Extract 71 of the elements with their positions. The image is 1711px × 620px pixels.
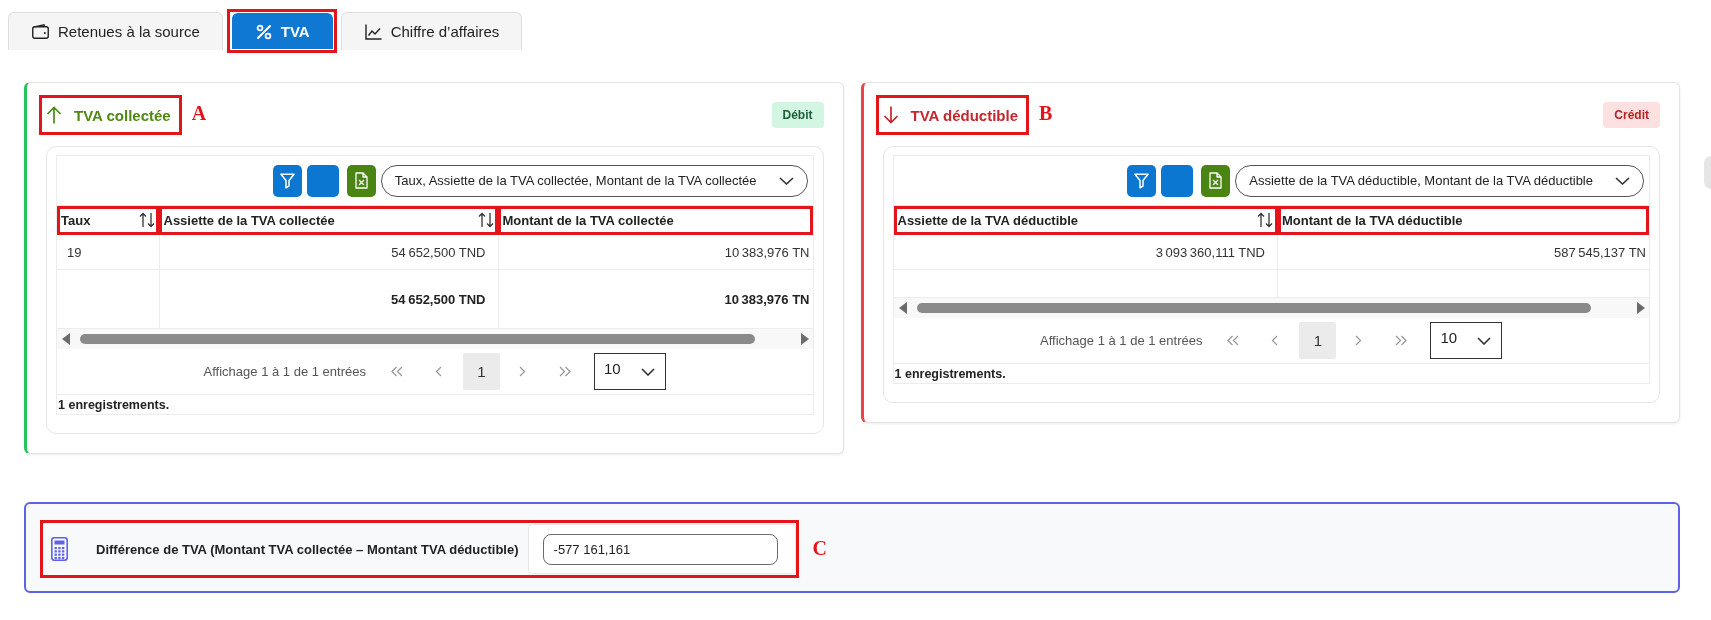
next-page-icon[interactable] (1355, 335, 1363, 346)
table-cell: 10 383,976 TN (498, 234, 813, 270)
column-header[interactable]: Assiette de la TVA déductible (893, 205, 1278, 235)
annotation-letter: A (191, 101, 207, 125)
chevron-down-icon (640, 367, 655, 376)
pagination-summary: Affichage 1 à 1 de 1 entrées (1040, 333, 1203, 348)
record-count: 1 enregistrements. (58, 397, 170, 412)
last-page-icon[interactable] (558, 366, 571, 377)
column-header: Montant de la TVA collectée (498, 205, 813, 235)
table-cell: 3 093 360,111 TND (893, 234, 1278, 270)
spreadsheet-file-icon (1209, 172, 1223, 189)
scroll-left-icon[interactable] (898, 302, 907, 314)
excel-export-button[interactable] (346, 164, 376, 197)
toolbar-button[interactable] (306, 164, 339, 197)
total-cell: 54 652,500 TND (159, 269, 498, 329)
scroll-right-icon[interactable] (800, 333, 809, 345)
scrollbar-thumb[interactable] (80, 334, 755, 344)
panel-title: TVA collectée (74, 106, 171, 124)
first-page-icon[interactable] (1227, 335, 1240, 346)
panel-title: TVA déductible (910, 106, 1018, 124)
page-button[interactable]: 1 (462, 353, 500, 390)
horizontal-scrollbar[interactable] (57, 329, 813, 349)
scrollbar-thumb[interactable] (916, 303, 1591, 313)
excel-export-button[interactable] (1201, 164, 1231, 197)
percent-icon (255, 23, 272, 40)
total-cell: 10 383,976 TN (498, 269, 813, 329)
pagination-summary: Affichage 1 à 1 de 1 entrées (203, 364, 366, 379)
page-size-select[interactable]: 10 (1430, 322, 1503, 359)
first-page-icon[interactable] (390, 366, 403, 377)
page-button[interactable]: 1 (1299, 322, 1337, 359)
page-size-select[interactable]: 10 (593, 353, 666, 390)
tab[interactable]: TVA (231, 13, 333, 49)
chevron-down-icon (778, 176, 794, 185)
previous-page-icon[interactable] (434, 366, 442, 377)
previous-page-icon[interactable] (1271, 335, 1279, 346)
column-header[interactable]: Assiette de la TVA collectée (159, 205, 498, 235)
filter-icon (1134, 172, 1150, 189)
table-cell: 19 (57, 234, 159, 270)
status-badge: Crédit (1603, 102, 1660, 128)
tab[interactable]: Chiffre d’affaires (340, 12, 523, 50)
horizontal-scrollbar[interactable] (893, 298, 1649, 318)
scroll-left-icon[interactable] (62, 333, 70, 345)
arrow-up-icon (46, 106, 62, 124)
table-cell: 54 652,500 TND (159, 234, 498, 270)
record-count: 1 enregistrements. (894, 366, 1006, 381)
calculator-icon (51, 537, 68, 561)
column-header[interactable]: Taux (57, 205, 159, 235)
toolbar-button[interactable] (1161, 164, 1194, 197)
table-cell: 587 545,137 TN (1277, 234, 1649, 270)
filter-icon (279, 172, 295, 189)
spreadsheet-file-icon (354, 172, 368, 189)
wallet-icon (32, 24, 49, 39)
annotation-letter: C (812, 536, 827, 560)
status-badge: Débit (771, 102, 824, 128)
annotation-letter: B (1039, 101, 1053, 125)
next-page-icon[interactable] (518, 366, 526, 377)
scroll-right-icon[interactable] (1637, 302, 1645, 314)
tab[interactable]: Retenues à la source (8, 12, 223, 50)
arrow-down-icon (882, 106, 899, 124)
difference-label: Différence de TVA (Montant TVA collectée – Montant TVA déductible) (96, 541, 519, 557)
last-page-icon[interactable] (1395, 335, 1408, 346)
line-chart-icon (364, 23, 382, 40)
column-picker[interactable]: Taux, Assiette de la TVA collectée, Montant de la TVA collectée (380, 164, 808, 197)
chevron-down-icon (1477, 336, 1492, 345)
column-picker[interactable]: Assiette de la TVA déductible, Montant de la TVA déductible (1235, 164, 1644, 197)
chevron-down-icon (1615, 176, 1630, 185)
filter-button[interactable] (272, 164, 302, 197)
column-header: Montant de la TVA déductible (1277, 205, 1649, 235)
filter-button[interactable] (1127, 164, 1157, 197)
edge-handle[interactable] (1704, 156, 1711, 189)
difference-field[interactable]: -577 161,161 (542, 533, 778, 565)
